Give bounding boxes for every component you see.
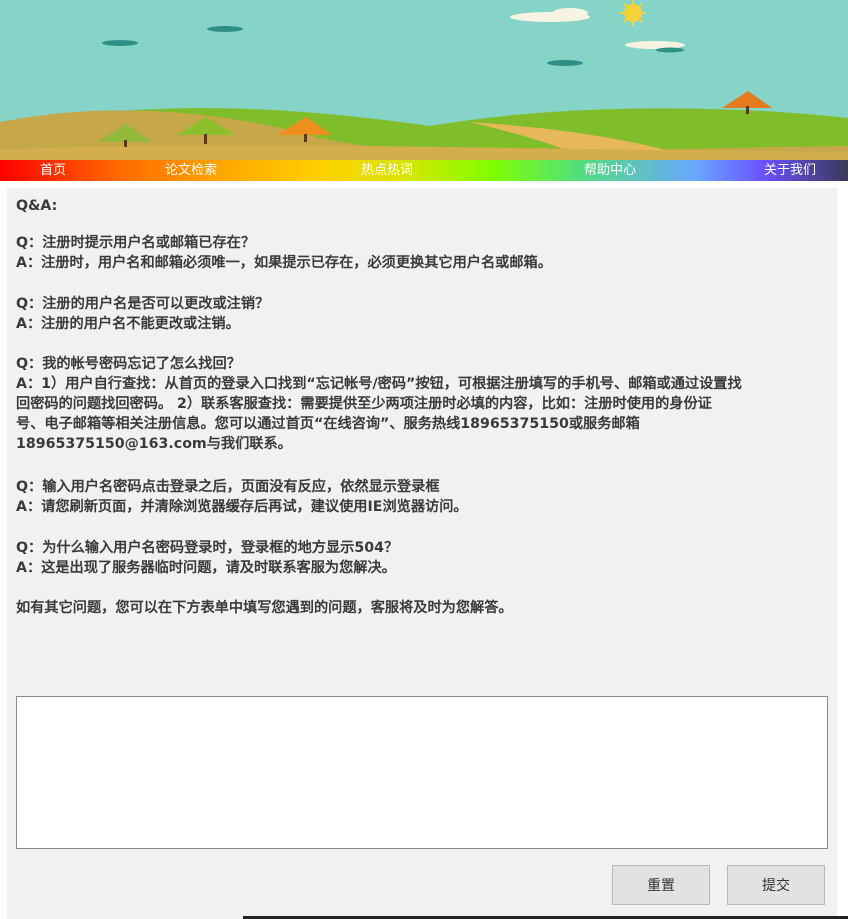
submit-button[interactable]: 提交 bbox=[727, 865, 825, 905]
nav-item-home[interactable]: 首页 bbox=[40, 160, 66, 181]
faq-heading: Q&A: bbox=[16, 198, 58, 214]
faq-item: Q：输入用户名密码点击登录之后，页面没有反应，依然显示登录框 A：请您刷新页面，… bbox=[16, 477, 831, 517]
faq-answer-line: 18965375150@163.com与我们联系。 bbox=[16, 436, 292, 452]
faq-answer-line: A：1）用户自行查找：从首页的登录入口找到“忘记帐号/密码”按钮，可根据注册填写… bbox=[16, 376, 742, 392]
header-banner bbox=[0, 0, 848, 160]
nav-item-hot-words[interactable]: 热点热词 bbox=[361, 160, 413, 181]
reset-button[interactable]: 重置 bbox=[612, 865, 710, 905]
faq-item: Q：我的帐号密码忘记了怎么找回？ A：1）用户自行查找：从首页的登录入口找到“忘… bbox=[16, 354, 831, 454]
main-nav: 首页 论文检索 热点热词 帮助中心 关于我们 bbox=[0, 160, 848, 181]
nav-item-paper-search[interactable]: 论文检索 bbox=[165, 160, 217, 181]
faq-item: Q：注册时提示用户名或邮箱已存在？ A：注册时，用户名和邮箱必须唯一，如果提示已… bbox=[16, 233, 831, 273]
faq-question: Q：注册时提示用户名或邮箱已存在？ bbox=[16, 235, 256, 251]
faq-question: Q：注册的用户名是否可以更改或注销？ bbox=[16, 296, 270, 312]
faq-answer: A：注册的用户名不能更改或注销。 bbox=[16, 316, 240, 332]
faq-answer: A：请您刷新页面，并清除浏览器缓存后再试，建议使用IE浏览器访问。 bbox=[16, 499, 468, 515]
help-panel: Q&A: Q：注册时提示用户名或邮箱已存在？ A：注册时，用户名和邮箱必须唯一，… bbox=[7, 188, 837, 919]
nav-item-about-us[interactable]: 关于我们 bbox=[764, 160, 816, 181]
faq-question: Q：为什么输入用户名密码登录时，登录框的地方显示504？ bbox=[16, 540, 399, 556]
nav-item-help-center[interactable]: 帮助中心 bbox=[584, 160, 636, 181]
faq-footer-note: 如有其它问题，您可以在下方表单中填写您遇到的问题，客服将及时为您解答。 bbox=[16, 600, 513, 616]
faq-item: Q：为什么输入用户名密码登录时，登录框的地方显示504？ A：这是出现了服务器临… bbox=[16, 538, 831, 578]
faq-answer-line: 回密码的问题找回密码。 2）联系客服查找：需要提供至少两项注册时必填的内容，比如… bbox=[16, 396, 712, 412]
faq-question: Q：输入用户名密码点击登录之后，页面没有反应，依然显示登录框 bbox=[16, 479, 440, 495]
faq-item: Q：注册的用户名是否可以更改或注销？ A：注册的用户名不能更改或注销。 bbox=[16, 294, 831, 334]
question-textarea[interactable] bbox=[16, 696, 828, 849]
faq-question: Q：我的帐号密码忘记了怎么找回？ bbox=[16, 356, 241, 372]
faq-answer: A：注册时，用户名和邮箱必须唯一，如果提示已存在，必须更换其它用户名或邮箱。 bbox=[16, 255, 552, 271]
faq-answer-line: 号、电子邮箱等相关注册信息。您可以通过首页“在线咨询”、服务热线18965375… bbox=[16, 416, 640, 432]
faq-answer: A：这是出现了服务器临时问题，请及时联系客服为您解决。 bbox=[16, 560, 396, 576]
